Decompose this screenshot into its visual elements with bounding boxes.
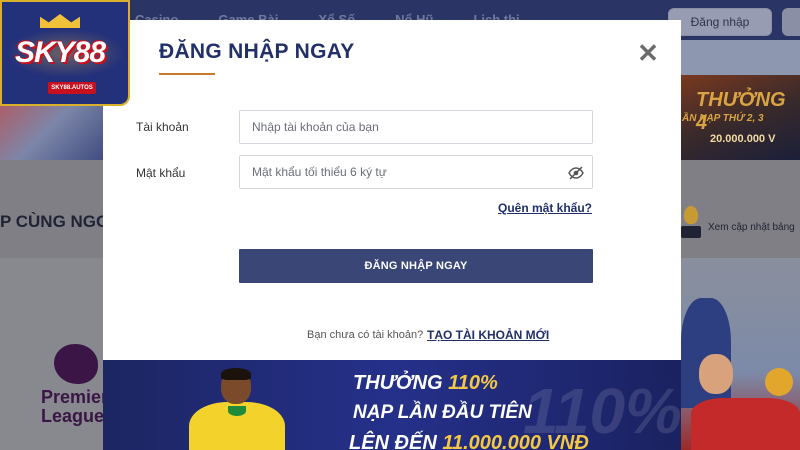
modal-title: ĐĂNG NHẬP NGAY <box>159 40 355 63</box>
header-login-button[interactable]: Đăng nhập <box>668 8 772 36</box>
forgot-password-link[interactable]: Quên mật khẩu? <box>498 201 592 215</box>
crown-icon <box>40 6 80 30</box>
trophy-icon <box>681 206 701 242</box>
league-line2: League <box>41 406 105 426</box>
players-image <box>681 258 800 450</box>
username-input[interactable] <box>240 111 592 143</box>
banner-right-subtitle: ẦN NẠP THỨ 2, 3 <box>682 113 764 124</box>
login-modal: ĐĂNG NHẬP NGAY ✕ Tài khoản Mật khẩu Quên… <box>103 20 681 360</box>
promo-line1-value: 110% <box>448 372 498 394</box>
banner-right-title: THƯỞNG 4 <box>696 89 786 134</box>
close-icon[interactable]: ✕ <box>636 40 660 66</box>
username-label: Tài khoản <box>136 120 189 134</box>
promo-line3: LÊN ĐẾN 11.000.000 VNĐ <box>349 432 589 450</box>
eye-off-icon[interactable] <box>568 165 584 181</box>
title-underline <box>159 73 215 75</box>
password-field-wrapper <box>239 155 593 189</box>
no-account-text: Bạn chưa có tài khoản? <box>307 329 424 341</box>
ranking-link[interactable]: Xem cập nhật bảng <box>708 222 795 233</box>
login-submit-button[interactable]: ĐĂNG NHẬP NGAY <box>239 249 593 283</box>
username-field-wrapper <box>239 110 593 144</box>
promo-line3-prefix: LÊN ĐẾN <box>349 432 437 450</box>
logo-url: SKY88.AUTOS <box>48 82 96 94</box>
banner-right-promo[interactable]: THƯỞNG 4 ẦN NẠP THỨ 2, 3 20.000.000 V <box>680 75 800 160</box>
football-player-image <box>183 368 293 450</box>
promo-line1-prefix: THƯỞNG <box>353 372 443 394</box>
header-register-button[interactable] <box>782 8 800 36</box>
promo-line1: THƯỞNG 110% <box>353 372 498 395</box>
premier-league-logo: Premier League <box>41 388 108 426</box>
site-logo[interactable]: SKY88 SKY88.AUTOS <box>0 0 130 106</box>
logo-text: SKY88 <box>15 36 106 69</box>
promo-line2: NẠP LẦN ĐẦU TIÊN <box>353 402 532 423</box>
password-input[interactable] <box>240 156 592 188</box>
banner-right-amount: 20.000.000 V <box>710 133 776 145</box>
password-label: Mật khẩu <box>136 166 186 180</box>
register-link[interactable]: TẠO TÀI KHOẢN MỚI <box>427 328 549 342</box>
premier-league-lion-icon <box>54 344 98 384</box>
league-line1: Premier <box>41 387 109 407</box>
promo-banner[interactable]: 110% THƯỞNG 110% NẠP LẦN ĐẦU TIÊN LÊN ĐẾ… <box>103 360 681 450</box>
promo-line3-value: 11.000.000 VNĐ <box>442 432 589 450</box>
